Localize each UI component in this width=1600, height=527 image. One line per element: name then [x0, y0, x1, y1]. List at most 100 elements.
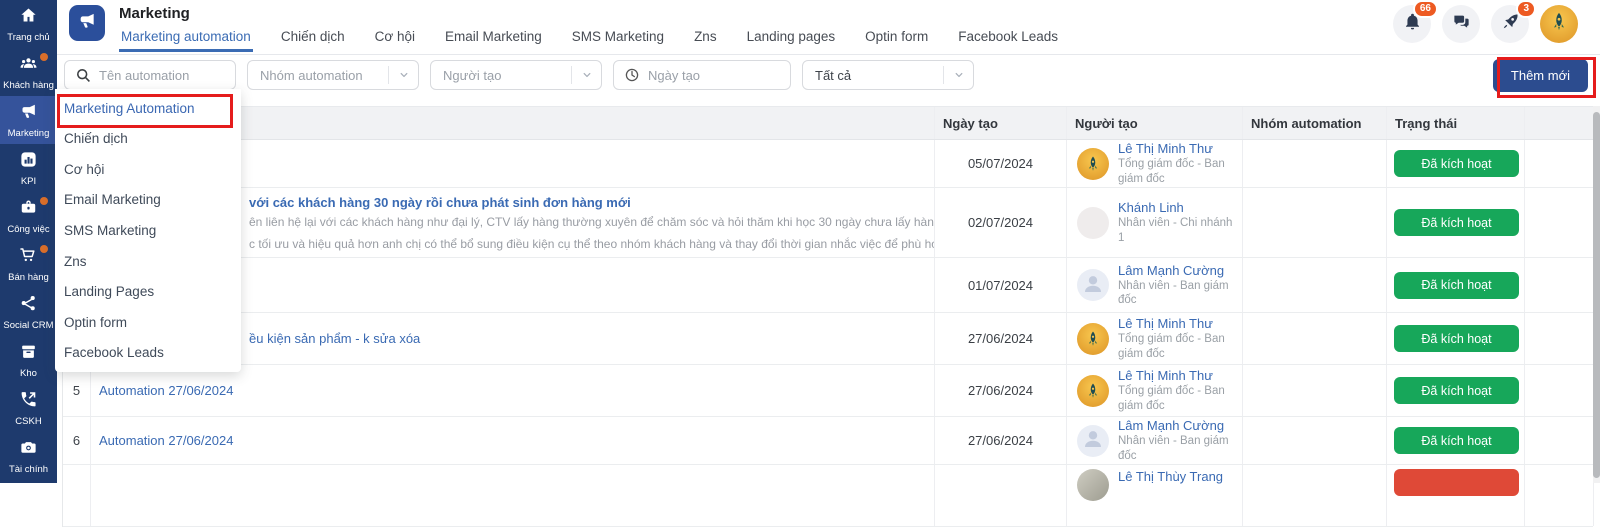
- creator-avatar-placeholder: [1077, 269, 1109, 301]
- phone-icon: [19, 390, 38, 414]
- marketing-module-logo: [69, 5, 105, 41]
- creator-name-link[interactable]: Lê Thị Minh Thư: [1118, 141, 1242, 157]
- table-header-row: Ngày tạo Người tạo Nhóm automation Trạng…: [63, 106, 1593, 140]
- person-icon: [1081, 271, 1105, 300]
- created-date-cell: 05/07/2024: [935, 140, 1067, 187]
- creator-name-link[interactable]: Lâm Mạnh Cường: [1118, 263, 1242, 279]
- sidebar-item-tai-chinh[interactable]: Tài chính: [0, 432, 57, 480]
- creator-role: Tổng giám đốc - Ban giám đốc: [1118, 332, 1242, 361]
- extra-cell: [1525, 258, 1594, 312]
- status-cell: Đã kích hoạt: [1387, 365, 1525, 416]
- creator-name-link[interactable]: Khánh Linh: [1118, 200, 1242, 216]
- automation-name-input[interactable]: [99, 68, 235, 83]
- dropdown-item-sms-marketing[interactable]: SMS Marketing: [55, 215, 241, 246]
- status-select[interactable]: Tất cả: [802, 60, 974, 90]
- tab-zns[interactable]: Zns: [692, 29, 719, 52]
- dropdown-item-zns[interactable]: Zns: [55, 246, 241, 277]
- status-badge[interactable]: Đã kích hoạt: [1394, 377, 1519, 404]
- status-cell: Đã kích hoạt: [1387, 313, 1525, 364]
- sidebar-item-label: Tài chính: [9, 464, 48, 475]
- dropdown-item-chien-dich[interactable]: Chiến dịch: [55, 124, 241, 155]
- sidebar-item-cskh[interactable]: CSKH: [0, 384, 57, 432]
- sidebar-item-cong-viec[interactable]: Công việc: [0, 192, 57, 240]
- creator-name-link[interactable]: Lê Thị Minh Thư: [1118, 316, 1242, 332]
- scrollbar-thumb[interactable]: [1593, 112, 1600, 478]
- extra-cell: [1525, 365, 1594, 416]
- tab-co-hoi[interactable]: Cơ hội: [373, 29, 417, 52]
- sidebar-item-label: CSKH: [15, 416, 41, 427]
- dropdown-item-email-marketing[interactable]: Email Marketing: [55, 185, 241, 216]
- user-avatar[interactable]: [1540, 5, 1578, 43]
- creator-cell: Lê Thị Minh ThưTổng giám đốc - Ban giám …: [1067, 140, 1243, 187]
- header-status: Trạng thái: [1387, 107, 1525, 139]
- search-icon: [75, 67, 91, 83]
- status-badge[interactable]: Đã kích hoạt: [1394, 150, 1519, 177]
- automation-group-select[interactable]: Nhóm automation: [247, 60, 419, 90]
- dropdown-item-co-hoi[interactable]: Cơ hội: [55, 154, 241, 185]
- automation-name-link[interactable]: Automation 27/06/2024: [91, 365, 935, 416]
- sidebar-item-kho[interactable]: Kho: [0, 336, 57, 384]
- status-badge[interactable]: Đã kích hoạt: [1394, 325, 1519, 352]
- tab-optin-form[interactable]: Optin form: [863, 29, 930, 52]
- automation-table: Ngày tạo Người tạo Nhóm automation Trạng…: [62, 106, 1593, 527]
- status-badge[interactable]: Đã kích hoạt: [1394, 209, 1519, 236]
- automation-description: c tối ưu và hiệu quả hơn anh chị có thể …: [249, 237, 935, 251]
- automation-name-link[interactable]: [91, 465, 935, 526]
- notifications-button[interactable]: 66: [1393, 5, 1431, 43]
- header-creator: Người tạo: [1067, 107, 1243, 139]
- messages-button[interactable]: [1442, 5, 1480, 43]
- tab-landing-pages[interactable]: Landing pages: [745, 29, 838, 52]
- status-cell: Đã kích hoạt: [1387, 258, 1525, 312]
- creator-role: Tổng giám đốc - Ban giám đốc: [1118, 384, 1242, 413]
- table-row: ều kiện sản phẩm - k sửa xóa 27/06/2024 …: [63, 313, 1593, 365]
- creator-select[interactable]: Người tạo: [430, 60, 602, 90]
- sidebar-item-marketing[interactable]: Marketing: [0, 96, 57, 144]
- automation-name-link[interactable]: với các khách hàng 30 ngày rồi chưa phát…: [249, 195, 631, 210]
- add-new-button[interactable]: Thêm mới: [1493, 59, 1588, 92]
- extra-cell: [1525, 417, 1594, 464]
- tab-marketing-automation[interactable]: Marketing automation: [119, 29, 253, 52]
- extra-cell: [1525, 313, 1594, 364]
- status-cell: Đã kích hoạt: [1387, 417, 1525, 464]
- creator-name-link[interactable]: Lê Thị Minh Thư: [1118, 368, 1242, 384]
- page-title: Marketing: [119, 5, 1060, 22]
- tab-email-marketing[interactable]: Email Marketing: [443, 29, 544, 52]
- status-badge[interactable]: Đã kích hoạt: [1394, 272, 1519, 299]
- table-row: 05/07/2024 Lê Thị Minh ThưTổng giám đốc …: [63, 140, 1593, 188]
- created-date-input[interactable]: [648, 68, 790, 83]
- briefcase-icon: [19, 198, 38, 222]
- group-cell: [1243, 365, 1387, 416]
- sidebar-item-trang-chu[interactable]: Trang chủ: [0, 0, 57, 48]
- tab-chien-dich[interactable]: Chiến dịch: [279, 29, 347, 52]
- dropdown-item-optin-form[interactable]: Optin form: [55, 307, 241, 338]
- table-row: Lê Thị Thùy Trang: [63, 465, 1593, 527]
- sidebar-item-social-crm[interactable]: Social CRM: [0, 288, 57, 336]
- status-badge[interactable]: Đã kích hoạt: [1394, 427, 1519, 454]
- dropdown-item-marketing-automation[interactable]: Marketing Automation: [55, 93, 241, 124]
- tab-facebook-leads[interactable]: Facebook Leads: [956, 29, 1060, 52]
- status-cell: [1387, 465, 1525, 526]
- sidebar-item-kpi[interactable]: KPI: [0, 144, 57, 192]
- tab-sms-marketing[interactable]: SMS Marketing: [570, 29, 666, 52]
- creator-name-link[interactable]: Lâm Mạnh Cường: [1118, 418, 1242, 434]
- dropdown-item-landing-pages[interactable]: Landing Pages: [55, 276, 241, 307]
- sidebar-item-ban-hang[interactable]: Bán hàng: [0, 240, 57, 288]
- status-cell: Đã kích hoạt: [1387, 188, 1525, 257]
- automation-group-placeholder: Nhóm automation: [260, 68, 363, 83]
- notification-dot: [40, 53, 48, 61]
- sidebar-item-label: Công việc: [7, 224, 49, 235]
- automation-name-link[interactable]: Automation 27/06/2024: [91, 417, 935, 464]
- sidebar-item-label: KPI: [21, 176, 36, 187]
- launcher-button[interactable]: 3: [1491, 5, 1529, 43]
- creator-cell: Lê Thị Minh ThưTổng giám đốc - Ban giám …: [1067, 313, 1243, 364]
- notification-count-badge: 66: [1413, 0, 1438, 18]
- table-row: 5 Automation 27/06/2024 27/06/2024 Lê Th…: [63, 365, 1593, 417]
- dropdown-item-facebook-leads[interactable]: Facebook Leads: [55, 338, 241, 369]
- creator-cell: Lâm Mạnh CườngNhân viên - Ban giám đốc: [1067, 258, 1243, 312]
- group-cell: [1243, 313, 1387, 364]
- launcher-count-badge: 3: [1516, 0, 1536, 18]
- sidebar-item-label: Trang chủ: [7, 32, 49, 43]
- created-date-cell: 02/07/2024: [935, 188, 1067, 257]
- chevron-down-icon: [571, 66, 601, 84]
- sidebar-item-khach-hang[interactable]: Khách hàng: [0, 48, 57, 96]
